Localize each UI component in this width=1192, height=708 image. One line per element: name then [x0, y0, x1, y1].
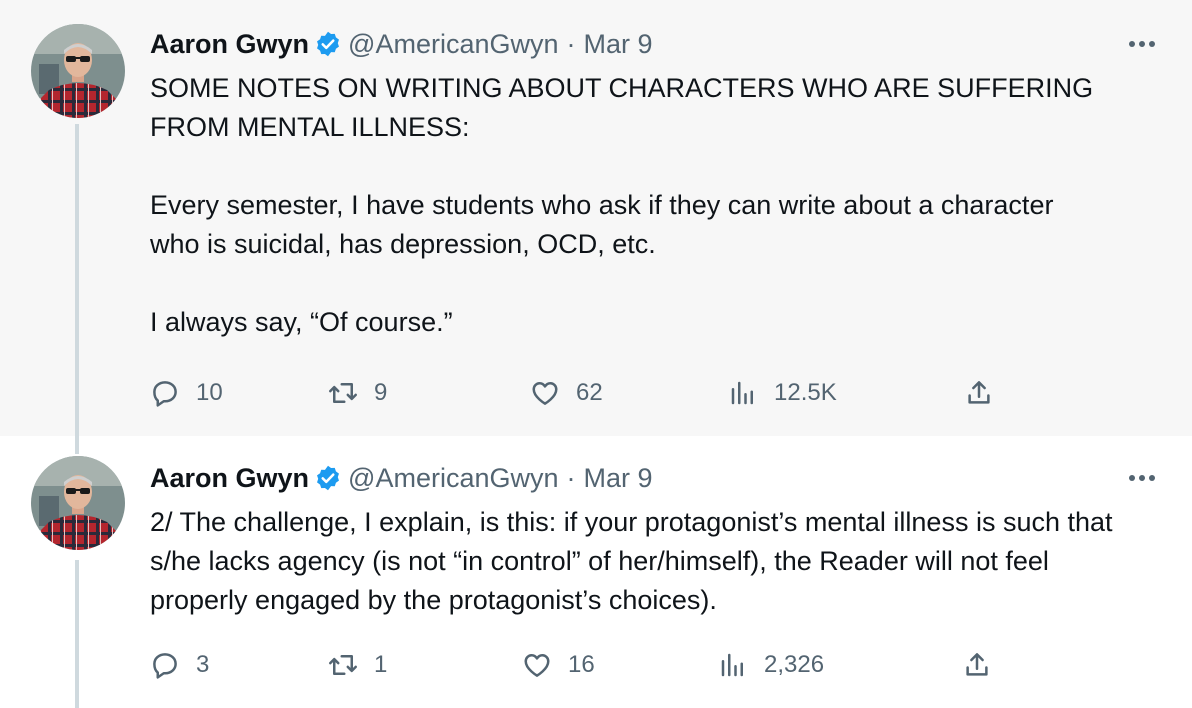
thread-line — [75, 124, 79, 436]
author-handle[interactable]: @AmericanGwyn — [348, 463, 558, 494]
retweet-icon — [329, 383, 357, 403]
tweet-date[interactable]: Mar 9 — [584, 29, 653, 60]
retweet-count: 9 — [374, 379, 388, 406]
thread-line — [75, 560, 79, 708]
view-count: 2,326 — [764, 651, 825, 678]
reply-button[interactable]: 3 — [150, 647, 209, 683]
tweet-text: SOME NOTES ON WRITING ABOUT CHARACTERS W… — [150, 69, 1160, 342]
like-button[interactable]: 62 — [530, 375, 603, 411]
views-icon — [731, 381, 753, 405]
like-icon — [532, 382, 558, 405]
tweet-actions: 3 1 16 2,326 — [150, 647, 1010, 683]
reply-icon — [153, 653, 177, 679]
tweet-text: 2/ The challenge, I explain, is this: if… — [150, 503, 1160, 620]
tweet-date[interactable]: Mar 9 — [584, 463, 653, 494]
verified-badge-icon — [314, 30, 342, 58]
separator-dot: · — [566, 28, 576, 59]
retweet-button[interactable]: 1 — [328, 647, 387, 683]
share-button[interactable] — [964, 375, 1010, 411]
retweet-button[interactable]: 9 — [328, 375, 387, 411]
views-icon — [721, 653, 743, 677]
verified-badge-icon — [314, 464, 342, 492]
retweet-count: 1 — [374, 651, 388, 678]
views-button[interactable]: 2,326 — [718, 647, 824, 683]
like-button[interactable]: 16 — [522, 647, 595, 683]
author-handle[interactable]: @AmericanGwyn — [348, 29, 558, 60]
separator-dot: · — [566, 462, 576, 493]
tweet-paragraph: 2/ The challenge, I explain, is this: if… — [150, 507, 1113, 615]
share-button[interactable] — [962, 647, 1008, 683]
tweet-paragraph: I always say, “Of course.” — [150, 307, 453, 337]
share-icon — [966, 653, 988, 676]
like-icon — [524, 654, 550, 677]
share-icon — [968, 381, 990, 404]
reply-count: 3 — [196, 651, 210, 678]
tweet-actions: 10 9 62 12.5K — [150, 375, 1010, 411]
thread-line — [75, 436, 79, 454]
tweet-paragraph: SOME NOTES ON WRITING ABOUT CHARACTERS W… — [150, 73, 1094, 142]
more-options-icon[interactable] — [1124, 466, 1160, 490]
tweet-2[interactable]: Aaron Gwyn @AmericanGwyn · Mar 9 2/ The … — [0, 436, 1192, 708]
tweet-paragraph: Every semester, I have students who ask … — [150, 190, 1054, 259]
tweet-1[interactable]: Aaron Gwyn @AmericanGwyn · Mar 9 SOME NO… — [0, 0, 1192, 436]
tweet-header: Aaron Gwyn @AmericanGwyn · Mar 9 — [150, 28, 653, 60]
tweet-header: Aaron Gwyn @AmericanGwyn · Mar 9 — [150, 462, 653, 494]
more-options-icon[interactable] — [1124, 32, 1160, 56]
view-count: 12.5K — [774, 379, 837, 406]
author-name[interactable]: Aaron Gwyn — [150, 463, 309, 494]
reply-button[interactable]: 10 — [150, 375, 223, 411]
author-name[interactable]: Aaron Gwyn — [150, 29, 309, 60]
like-count: 16 — [568, 651, 595, 678]
reply-count: 10 — [196, 379, 223, 406]
avatar[interactable] — [31, 456, 125, 550]
avatar[interactable] — [31, 24, 125, 118]
views-button[interactable]: 12.5K — [728, 375, 837, 411]
retweet-icon — [329, 655, 357, 675]
like-count: 62 — [576, 379, 603, 406]
reply-icon — [153, 381, 177, 407]
